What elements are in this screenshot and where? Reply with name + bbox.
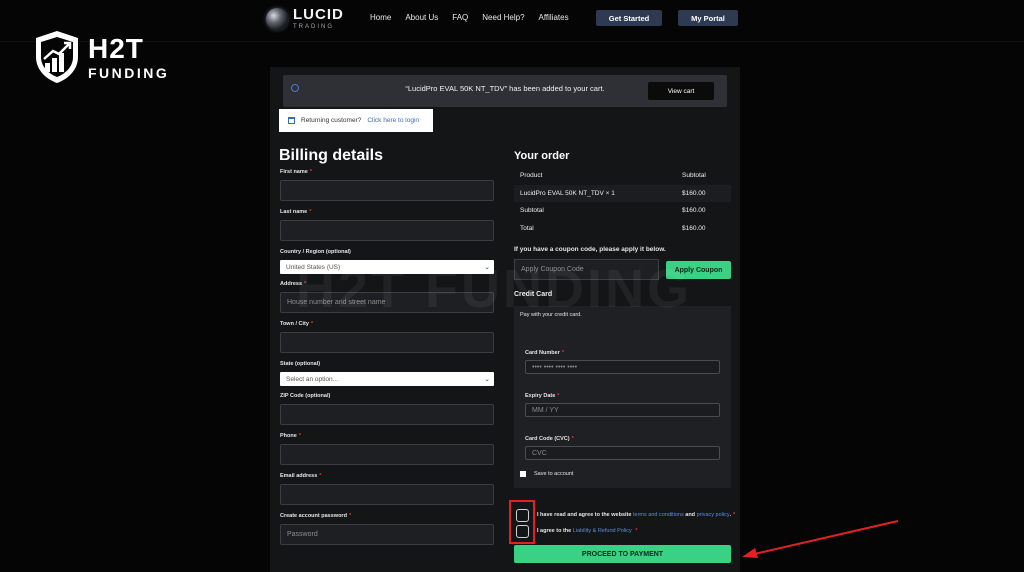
lucid-trading-logo[interactable]: LUCID TRADING [266, 7, 344, 30]
get-started-button[interactable]: Get Started [596, 10, 662, 26]
subtotal-value: $160.00 [682, 207, 706, 215]
coupon-hint: If you have a coupon code, please apply … [514, 246, 666, 253]
chevron-down-icon: ⌄ [484, 376, 490, 383]
nav-need-help[interactable]: Need Help? [482, 13, 524, 22]
refund-policy-link[interactable]: Liability & Refund Policy [573, 528, 632, 534]
country-label: Country / Region (optional) [280, 249, 351, 255]
table-header-row: Product Subtotal [514, 167, 731, 185]
credit-card-form: Pay with your credit card. Card Number * … [514, 306, 731, 488]
cvc-label: Card Code (CVC) * [525, 436, 574, 442]
expiry-label: Expiry Date * [525, 393, 560, 399]
card-number-label: Card Number * [525, 350, 564, 356]
country-select[interactable]: United States (US) ⌄ [280, 260, 494, 274]
table-row: LucidPro EVAL 50K NT_TDV × 1 $160.00 [514, 184, 731, 202]
view-cart-button[interactable]: View cart [648, 82, 714, 100]
privacy-link[interactable]: privacy policy [697, 512, 730, 518]
order-table: Product Subtotal LucidPro EVAL 50K NT_TD… [514, 167, 731, 237]
item-price: $160.00 [682, 189, 706, 197]
billing-details-title: Billing details [279, 147, 384, 164]
returning-customer-text: Returning customer? [301, 117, 362, 124]
h2t-sub-text: FUNDING [88, 64, 170, 81]
refund-policy-checkbox[interactable] [516, 525, 529, 538]
login-link[interactable]: Click here to login [367, 117, 419, 124]
total-label: Total [520, 224, 534, 232]
credit-card-hint: Pay with your credit card. [520, 312, 582, 318]
password-label: Create account password * [280, 513, 352, 519]
your-order-title: Your order [514, 150, 570, 162]
subtotal-label: Subtotal [520, 207, 544, 215]
h2t-funding-logo: H2T FUNDING [33, 29, 169, 85]
credit-card-title: Credit Card [514, 291, 553, 298]
apply-coupon-button[interactable]: Apply Coupon [666, 261, 731, 279]
cvc-input[interactable]: CVC [525, 446, 720, 460]
city-input[interactable] [280, 332, 494, 353]
terms-checkbox[interactable] [516, 509, 529, 522]
address-label: Address * [280, 281, 307, 287]
state-select[interactable]: Select an option... ⌄ [280, 372, 494, 386]
proceed-to-payment-button[interactable]: PROCEED TO PAYMENT [514, 545, 731, 563]
email-input[interactable] [280, 484, 494, 505]
logo-main-text: LUCID [293, 6, 344, 23]
product-header: Product [520, 172, 543, 180]
zip-input[interactable] [280, 404, 494, 425]
nav-links: Home About Us FAQ Need Help? Affiliates [370, 13, 583, 22]
save-account-text: Save to account [534, 471, 574, 477]
nav-affiliates[interactable]: Affiliates [539, 13, 569, 22]
shield-chart-icon [36, 31, 78, 83]
total-value: $160.00 [682, 224, 706, 232]
terms-link[interactable]: terms and conditions [633, 512, 684, 518]
agreement-highlight [509, 500, 535, 544]
nav-about-us[interactable]: About Us [405, 13, 438, 22]
city-label: Town / City * [280, 321, 314, 327]
last-name-label: Last name * [280, 209, 312, 215]
phone-input[interactable] [280, 444, 494, 465]
first-name-input[interactable] [280, 180, 494, 201]
email-label: Email address * [280, 473, 322, 479]
password-input[interactable]: Password [280, 524, 494, 545]
save-account-checkbox[interactable] [520, 471, 526, 477]
cart-notice: “LucidPro EVAL 50K NT_TDV” has been adde… [283, 75, 727, 107]
chevron-down-icon: ⌄ [484, 264, 490, 271]
nav-faq[interactable]: FAQ [452, 13, 468, 22]
first-name-label: First name * [280, 169, 312, 175]
state-label: State (optional) [280, 361, 321, 367]
my-portal-button[interactable]: My Portal [678, 10, 738, 26]
coupon-input[interactable]: Apply Coupon Code [514, 259, 659, 280]
subtotal-row: Subtotal $160.00 [514, 202, 731, 220]
zip-label: ZIP Code (optional) [280, 393, 331, 399]
red-arrow-icon [742, 520, 899, 558]
h2t-main-text: H2T [88, 32, 144, 64]
expiry-input[interactable]: MM / YY [525, 403, 720, 417]
phone-label: Phone * [280, 433, 301, 439]
lucid-orb-icon [266, 7, 288, 30]
item-name: LucidPro EVAL 50K NT_TDV × 1 [520, 189, 615, 197]
terms-agreement-text: I have read and agree to the website ter… [537, 512, 736, 518]
total-row: Total $160.00 [514, 220, 731, 238]
address-input[interactable]: House number and street name [280, 292, 494, 313]
last-name-input[interactable] [280, 220, 494, 241]
card-number-input[interactable]: •••• •••• •••• •••• [525, 360, 720, 374]
logo-sub-text: TRADING [293, 24, 334, 30]
subtotal-header: Subtotal [682, 172, 706, 180]
returning-customer-box: Returning customer? Click here to login [279, 109, 433, 132]
refund-agreement-text: I agree to the Liability & Refund Policy… [537, 528, 638, 534]
nav-home[interactable]: Home [370, 13, 391, 22]
save-to-account[interactable]: Save to account [520, 471, 573, 477]
calendar-icon [288, 117, 295, 124]
